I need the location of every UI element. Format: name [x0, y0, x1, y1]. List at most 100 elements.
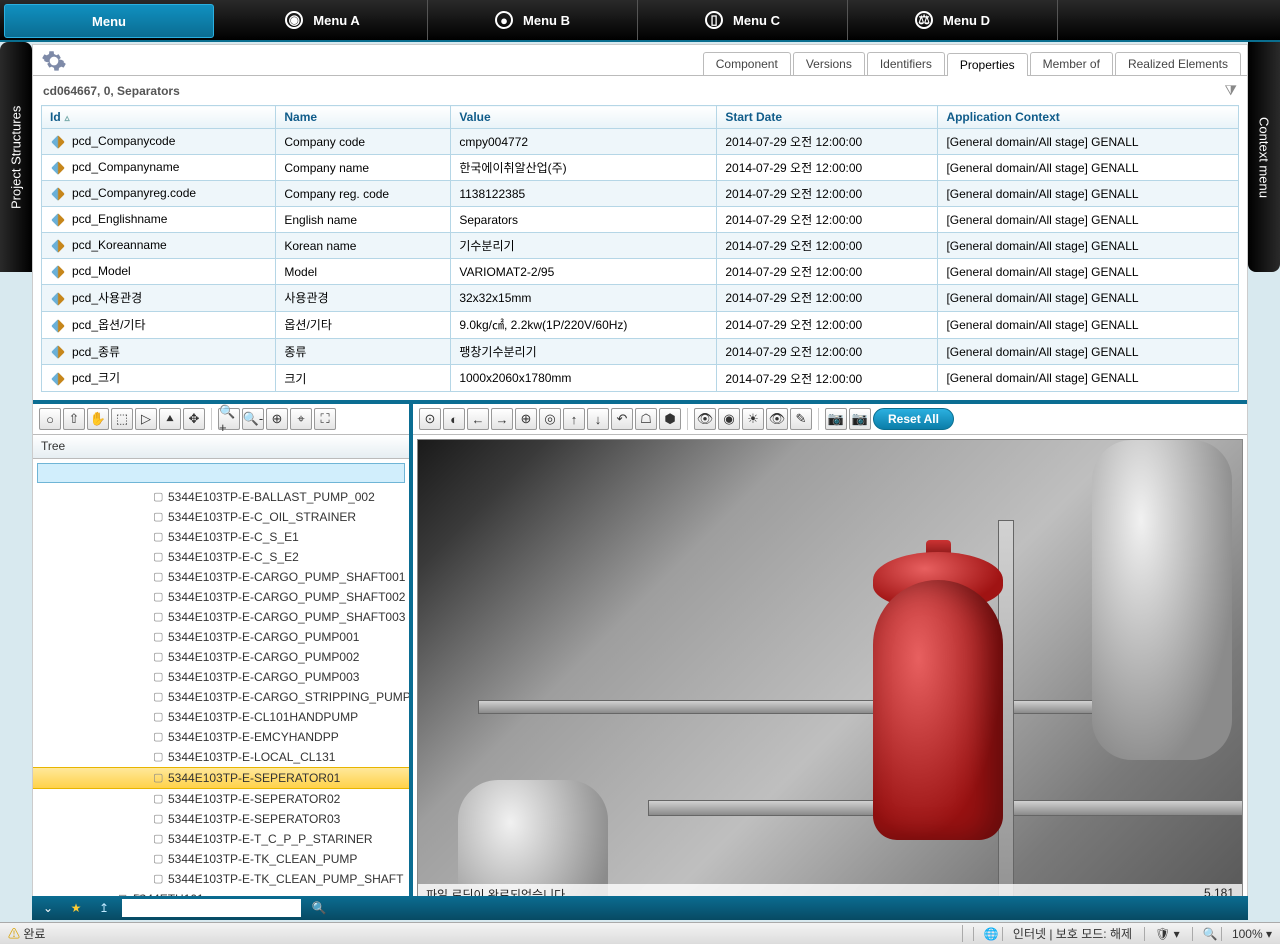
sort-asc-icon: ▵ — [65, 113, 70, 124]
tree-item[interactable]: 5344E103TP-E-CARGO_PUMP002 — [33, 647, 409, 667]
tab-versions[interactable]: Versions — [793, 52, 865, 75]
tree-item[interactable]: 5344E103TP-E-CARGO_PUMP_SHAFT003 — [33, 607, 409, 627]
side-tab-context-menu[interactable]: Context menu — [1248, 42, 1280, 272]
toolbar-button[interactable]: ✎ — [790, 408, 812, 430]
toolbar-button[interactable]: ⛶ — [314, 408, 336, 430]
tab-realized-elements[interactable]: Realized Elements — [1115, 52, 1241, 75]
table-row[interactable]: pcd_CompanynameCompany name한국에이취알산업(주)20… — [42, 155, 1239, 181]
tree-item[interactable]: 5344E103TP-E-TK_CLEAN_PUMP — [33, 849, 409, 869]
menu-main[interactable]: Menu — [4, 4, 214, 38]
toolbar-button[interactable]: 👁 — [694, 408, 716, 430]
toolbar-button[interactable]: ⊕ — [515, 408, 537, 430]
toolbar-button[interactable]: ☖ — [635, 408, 657, 430]
toolbar-button[interactable]: ↑ — [563, 408, 585, 430]
toolbar-button[interactable]: 📷 — [825, 408, 847, 430]
up-arrow-icon[interactable]: ↥ — [94, 898, 114, 918]
tree-item[interactable]: 5344E103TP-E-CARGO_PUMP_SHAFT001 — [33, 567, 409, 587]
col-id[interactable]: Id▵ — [42, 106, 276, 129]
tree-item[interactable]: 5344E103TP-E-C_S_E2 — [33, 547, 409, 567]
table-row[interactable]: pcd_CompanycodeCompany codecmpy004772201… — [42, 129, 1239, 155]
toolbar-button[interactable]: ⯅ — [159, 408, 181, 430]
table-row[interactable]: pcd_옵션/기타옵션/기타9.0kg/㎠, 2.2kw(1P/220V/60H… — [42, 311, 1239, 338]
toolbar-button[interactable]: ◎ — [539, 408, 561, 430]
toolbar-button[interactable]: ⊙ — [419, 408, 441, 430]
tree-item[interactable]: 5344E103TP-E-LOCAL_CL131 — [33, 747, 409, 767]
tree-item[interactable]: 5344E103TP-E-TK_CLEAN_PUMP_SHAFT — [33, 869, 409, 889]
toolbar-button[interactable]: ⬚ — [111, 408, 133, 430]
tree-item[interactable]: 5344E103TP-E-C_S_E1 — [33, 527, 409, 547]
toolbar-button[interactable]: 👁 — [766, 408, 788, 430]
table-row[interactable]: pcd_사용관경사용관경32x32x15mm2014-07-29 오전 12:0… — [42, 285, 1239, 312]
table-row[interactable]: pcd_종류종류팽창기수분리기2014-07-29 오전 12:00:00[Ge… — [42, 338, 1239, 365]
table-row[interactable]: pcd_EnglishnameEnglish nameSeparators201… — [42, 207, 1239, 233]
tree-search-input[interactable] — [37, 463, 405, 483]
tree-item[interactable]: 5344E103TP-E-C_OIL_STRAINER — [33, 507, 409, 527]
toolbar-button[interactable]: ◐ — [443, 408, 465, 430]
history-icon[interactable]: ⌄ — [38, 898, 58, 918]
toolbar-button[interactable]: ▷ — [135, 408, 157, 430]
col-start[interactable]: Start Date — [717, 106, 938, 129]
tree-toolbar: ○⇧✋⬚▷⯅✥ 🔍+🔍-⊕⌖⛶ — [33, 404, 409, 435]
toolbar-button[interactable]: 🔍+ — [218, 408, 240, 430]
favorite-icon[interactable]: ★ — [66, 898, 86, 918]
toolbar-button[interactable]: ✥ — [183, 408, 205, 430]
tree-item[interactable]: 5344E103TP-E-CL101HANDPUMP — [33, 707, 409, 727]
tab-member-of[interactable]: Member of — [1030, 52, 1113, 75]
viewer-3d[interactable]: 파일 로딩이 완료되었습니다. 5,181 — [417, 439, 1243, 905]
command-input[interactable] — [122, 899, 301, 917]
toolbar-button[interactable]: ← — [467, 408, 489, 430]
edit-icon — [51, 346, 65, 360]
toolbar-button[interactable]: 🔍- — [242, 408, 264, 430]
tree-item[interactable]: 5344E103TP-E-SEPERATOR02 — [33, 789, 409, 809]
table-row[interactable]: pcd_Companyreg.codeCompany reg. code1138… — [42, 181, 1239, 207]
search-icon[interactable]: 🔍 — [309, 898, 329, 918]
tree-item[interactable]: 5344E103TP-E-CARGO_STRIPPING_PUMP — [33, 687, 409, 707]
status-security[interactable]: 🛡 ▾ — [1144, 927, 1180, 941]
tree-item[interactable]: 5344E103TP-E-CARGO_PUMP001 — [33, 627, 409, 647]
table-row[interactable]: pcd_KoreannameKorean name기수분리기2014-07-29… — [42, 233, 1239, 259]
toolbar-button[interactable]: → — [491, 408, 513, 430]
gear-icon[interactable] — [39, 47, 69, 75]
toolbar-button[interactable]: ↶ — [611, 408, 633, 430]
toolbar-button[interactable]: ◉ — [718, 408, 740, 430]
toolbar-button[interactable]: ✋ — [87, 408, 109, 430]
scale-icon: ⚖ — [915, 11, 933, 29]
col-ctx[interactable]: Application Context — [938, 106, 1239, 129]
tree-item[interactable]: 5344E103TP-E-BALLAST_PUMP_002 — [33, 487, 409, 507]
table-row[interactable]: pcd_크기크기1000x2060x1780mm2014-07-29 오전 12… — [42, 365, 1239, 392]
table-row[interactable]: pcd_ModelModelVARIOMAT2-2/952014-07-29 오… — [42, 259, 1239, 285]
toolbar-button[interactable]: ⇧ — [63, 408, 85, 430]
menu-d[interactable]: ⚖Menu D — [848, 0, 1058, 40]
col-name[interactable]: Name — [276, 106, 451, 129]
toolbar-button[interactable]: ⊕ — [266, 408, 288, 430]
tree-list[interactable]: 5344E103TP-E-BALLAST_PUMP_0025344E103TP-… — [33, 487, 409, 909]
tree-item[interactable]: 5344E103TP-E-T_C_P_P_STARINER — [33, 829, 409, 849]
selected-separator[interactable] — [848, 540, 1028, 880]
side-tab-project-structures[interactable]: Project Structures — [0, 42, 32, 272]
filter-icon[interactable]: ⧩ — [1225, 82, 1238, 99]
toolbar-button[interactable]: ○ — [39, 408, 61, 430]
tab-identifiers[interactable]: Identifiers — [867, 52, 945, 75]
edit-icon — [51, 161, 65, 175]
status-text: 완료 — [23, 927, 45, 941]
status-zoom[interactable]: 🔍 100% ▾ — [1192, 927, 1272, 941]
toolbar-button[interactable]: ☀ — [742, 408, 764, 430]
reset-all-button[interactable]: Reset All — [873, 408, 954, 430]
menu-a[interactable]: ◉Menu A — [218, 0, 428, 40]
tree-item[interactable]: 5344E103TP-E-SEPERATOR03 — [33, 809, 409, 829]
tree-item[interactable]: 5344E103TP-E-SEPERATOR01 — [33, 767, 409, 789]
edit-icon — [51, 239, 65, 253]
toolbar-button[interactable]: 📷 — [849, 408, 871, 430]
tab-component[interactable]: Component — [703, 52, 791, 75]
toolbar-button[interactable]: ↓ — [587, 408, 609, 430]
tree-item[interactable]: 5344E103TP-E-CARGO_PUMP003 — [33, 667, 409, 687]
col-value[interactable]: Value — [451, 106, 717, 129]
tab-properties[interactable]: Properties — [947, 53, 1028, 76]
toolbar-button[interactable]: ⌖ — [290, 408, 312, 430]
status-network: 🌐 인터넷 | 보호 모드: 해제 — [962, 925, 1132, 942]
menu-b[interactable]: ●Menu B — [428, 0, 638, 40]
tree-item[interactable]: 5344E103TP-E-CARGO_PUMP_SHAFT002 — [33, 587, 409, 607]
toolbar-button[interactable]: ⬢ — [659, 408, 681, 430]
menu-c[interactable]: ▯Menu C — [638, 0, 848, 40]
tree-item[interactable]: 5344E103TP-E-EMCYHANDPP — [33, 727, 409, 747]
